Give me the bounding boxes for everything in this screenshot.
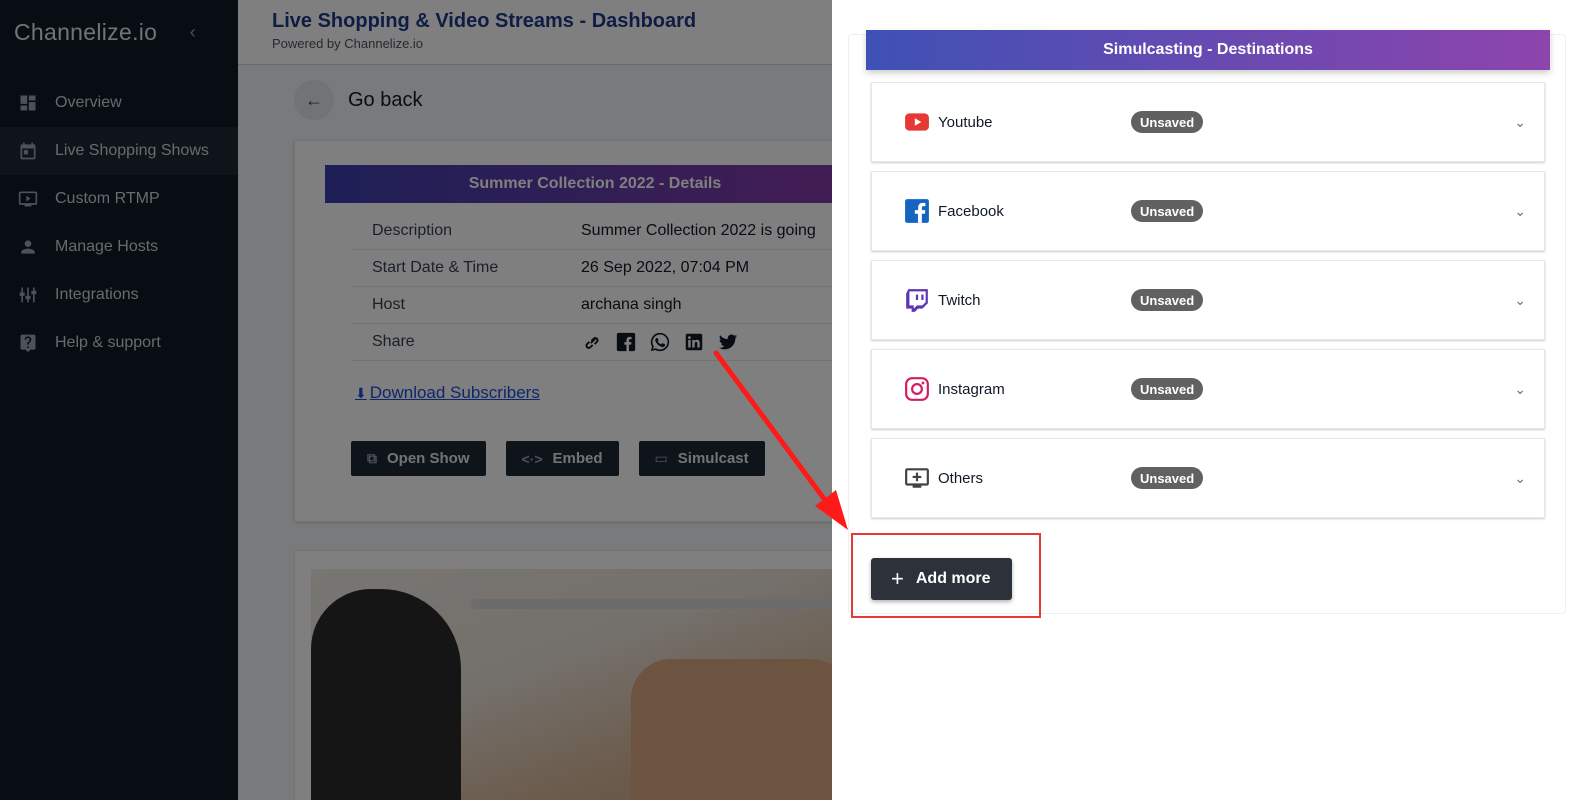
destination-others[interactable]: Others Unsaved ⌄ (871, 438, 1545, 518)
plus-icon: + (891, 566, 904, 591)
modal-backdrop[interactable] (0, 0, 832, 800)
status-badge: Unsaved (1131, 378, 1204, 400)
status-badge: Unsaved (1131, 111, 1204, 133)
chevron-down-icon[interactable]: ⌄ (1514, 381, 1526, 398)
instagram-icon (904, 376, 930, 402)
twitch-icon (904, 287, 930, 313)
destination-name: Twitch (938, 291, 981, 309)
destination-name: Others (938, 469, 984, 487)
status-badge: Unsaved (1131, 289, 1204, 311)
add-to-queue-icon (904, 465, 930, 491)
destination-name: Facebook (938, 202, 1004, 220)
destination-instagram[interactable]: Instagram Unsaved ⌄ (871, 349, 1545, 429)
destination-facebook[interactable]: Facebook Unsaved ⌄ (871, 171, 1545, 251)
chevron-down-icon[interactable]: ⌄ (1514, 114, 1526, 131)
destination-twitch[interactable]: Twitch Unsaved ⌄ (871, 260, 1545, 340)
status-badge: Unsaved (1131, 200, 1204, 222)
status-badge: Unsaved (1131, 467, 1204, 489)
chevron-down-icon[interactable]: ⌄ (1514, 203, 1526, 220)
add-more-button[interactable]: + Add more (871, 558, 1012, 600)
chevron-down-icon[interactable]: ⌄ (1514, 470, 1526, 487)
drawer-title: Simulcasting - Destinations (866, 30, 1550, 70)
youtube-icon (904, 109, 930, 135)
destination-name: Youtube (938, 113, 993, 131)
destination-name: Instagram (938, 380, 1005, 398)
destination-youtube[interactable]: Youtube Unsaved ⌄ (871, 82, 1545, 162)
add-more-label: Add more (915, 570, 991, 587)
chevron-down-icon[interactable]: ⌄ (1514, 292, 1526, 309)
facebook-icon (904, 198, 930, 224)
